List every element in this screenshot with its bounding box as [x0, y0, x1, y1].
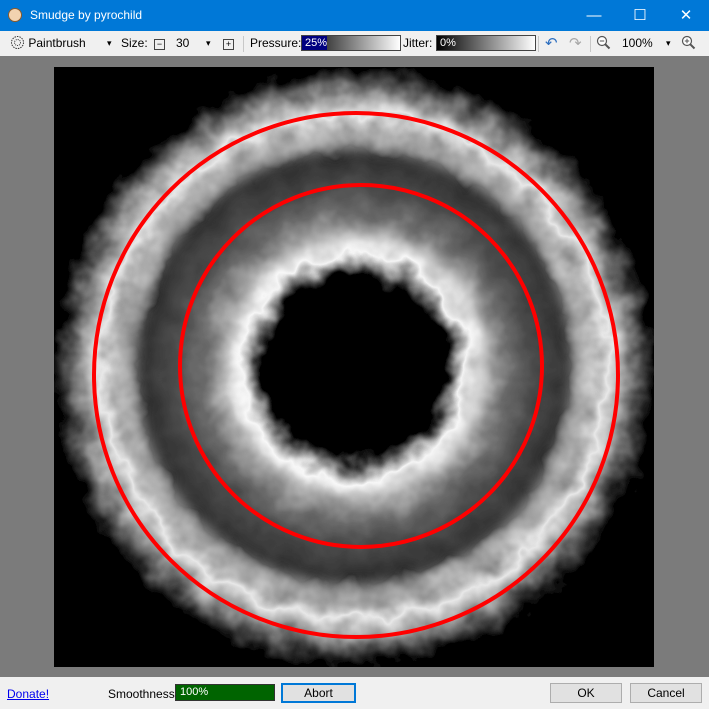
- title-bar: Smudge by pyrochild — ☐ ✕: [0, 0, 709, 31]
- toolbar-separator: [538, 36, 539, 52]
- ok-button[interactable]: OK: [550, 683, 622, 703]
- pressure-fill: 25%: [302, 36, 327, 50]
- smoothness-slider[interactable]: 100%: [175, 684, 275, 701]
- size-dropdown-arrow[interactable]: ▾: [206, 35, 211, 52]
- zoom-in-icon: [681, 35, 696, 50]
- smoothness-label: Smoothness:: [108, 687, 179, 701]
- smudge-texture: [54, 67, 654, 667]
- artwork: [54, 67, 654, 667]
- zoom-dropdown-arrow[interactable]: ▾: [666, 35, 671, 52]
- brush-dropdown-arrow[interactable]: ▾: [107, 35, 112, 52]
- minus-icon: −: [154, 39, 165, 50]
- window-title: Smudge by pyrochild: [30, 8, 143, 22]
- toolbar-separator: [243, 36, 244, 52]
- app-icon: [8, 8, 22, 22]
- size-increase-button[interactable]: +: [223, 35, 234, 52]
- undo-icon[interactable]: ↶: [545, 35, 558, 52]
- donate-link[interactable]: Donate!: [7, 687, 49, 701]
- pressure-label: Pressure:: [250, 36, 302, 50]
- size-label: Size:: [121, 36, 148, 50]
- status-bar: Donate! Smoothness: 100% Abort OK Cancel: [0, 677, 709, 709]
- jitter-label: Jitter:: [403, 36, 433, 50]
- jitter-value: 0%: [440, 37, 456, 49]
- zoom-out-icon: [596, 35, 611, 50]
- zoom-in-button[interactable]: [681, 35, 696, 52]
- canvas-area: [0, 56, 709, 677]
- maximize-button[interactable]: ☐: [617, 0, 663, 31]
- redo-icon[interactable]: ↷: [569, 35, 582, 52]
- close-button[interactable]: ✕: [663, 0, 709, 31]
- size-decrease-button[interactable]: −: [154, 35, 165, 52]
- toolbar-separator: [590, 36, 591, 52]
- brush-label: Paintbrush: [28, 36, 86, 50]
- abort-button[interactable]: Abort: [281, 683, 356, 703]
- pressure-slider[interactable]: 25%: [301, 35, 401, 51]
- zoom-out-button[interactable]: [596, 35, 611, 52]
- brush-selector[interactable]: Paintbrush: [10, 35, 86, 52]
- size-value[interactable]: 30: [176, 35, 189, 52]
- smoothness-value: 100%: [180, 686, 209, 698]
- image-canvas[interactable]: [54, 67, 654, 667]
- plus-icon: +: [223, 39, 234, 50]
- cancel-button[interactable]: Cancel: [630, 683, 702, 703]
- paintbrush-icon: [11, 36, 24, 49]
- zoom-value[interactable]: 100%: [622, 35, 653, 52]
- pressure-value: 25%: [305, 37, 328, 49]
- jitter-slider[interactable]: 0%: [436, 35, 536, 51]
- minimize-button[interactable]: —: [571, 0, 617, 31]
- toolbar: Paintbrush ▾ Size: − 30 ▾ + Pressure: 25…: [0, 31, 709, 57]
